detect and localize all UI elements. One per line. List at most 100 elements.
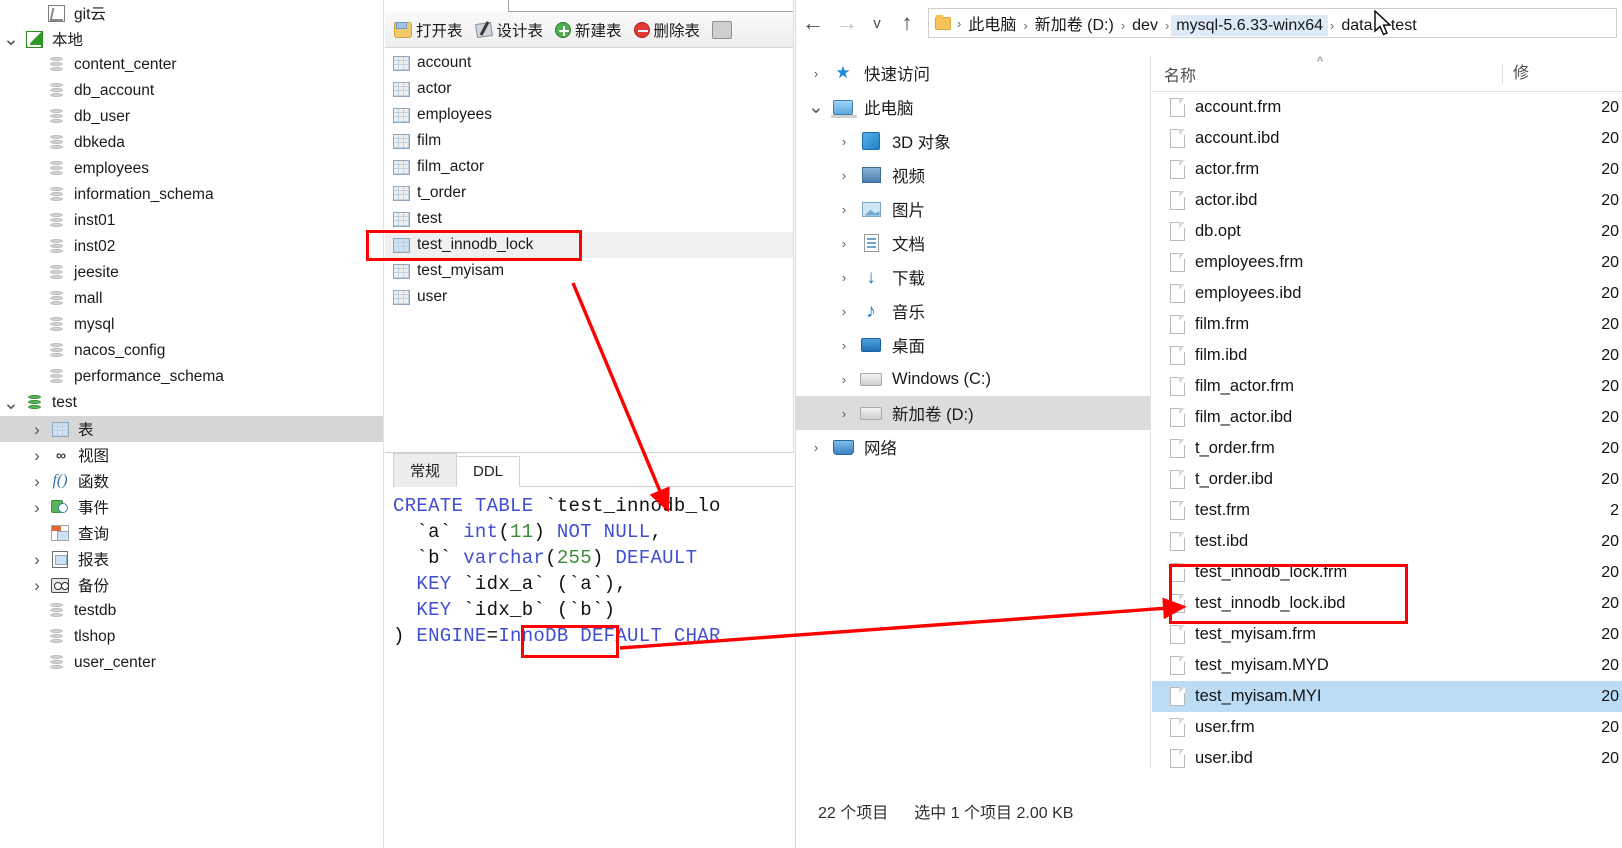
- explorer-tree-item-8[interactable]: › 桌面: [796, 328, 1150, 362]
- expand-twisty[interactable]: ›: [832, 236, 856, 251]
- table-list-item-4[interactable]: film_actor: [385, 154, 793, 180]
- file-list-item-12[interactable]: t_order.ibd 20: [1152, 464, 1622, 495]
- explorer-tree-item-3[interactable]: › 视频: [796, 158, 1150, 192]
- breadcrumb-item-5[interactable]: test: [1386, 15, 1422, 36]
- breadcrumb-item-3[interactable]: mysql-5.6.33-winx64: [1171, 15, 1329, 36]
- explorer-tree-item-6[interactable]: › ↓ 下载: [796, 260, 1150, 294]
- file-list-item-5[interactable]: employees.frm 20: [1152, 247, 1622, 278]
- tab-general[interactable]: 常规: [393, 453, 458, 487]
- design-table-button[interactable]: 设计表: [472, 17, 547, 43]
- database-item-test[interactable]: ⌄ test: [0, 390, 383, 416]
- new-table-button[interactable]: 新建表: [552, 17, 625, 43]
- column-header-name[interactable]: 名称 ^: [1152, 56, 1502, 86]
- explorer-tree-item-9[interactable]: › Windows (C:): [796, 362, 1150, 396]
- file-list-item-10[interactable]: film_actor.ibd 20: [1152, 402, 1622, 433]
- database-item-3[interactable]: dbkeda: [0, 130, 383, 156]
- expand-twisty[interactable]: ›: [26, 551, 48, 568]
- tab-ddl[interactable]: DDL: [456, 456, 521, 487]
- ddl-tab-bar[interactable]: 常规 DDL: [385, 453, 794, 487]
- explorer-tree-item-2[interactable]: › 3D 对象: [796, 124, 1150, 158]
- file-list-item-8[interactable]: film.ibd 20: [1152, 340, 1622, 371]
- file-list-item-6[interactable]: employees.ibd 20: [1152, 278, 1622, 309]
- breadcrumb-item-2[interactable]: dev: [1127, 15, 1163, 36]
- expand-twisty[interactable]: ›: [804, 440, 828, 455]
- database-item-12[interactable]: performance_schema: [0, 364, 383, 390]
- forward-icon[interactable]: →: [830, 6, 864, 40]
- file-list-item-7[interactable]: film.frm 20: [1152, 309, 1622, 340]
- expand-twisty[interactable]: ›: [832, 338, 856, 353]
- delete-table-button[interactable]: 删除表: [631, 17, 704, 43]
- file-list-header[interactable]: 名称 ^ 修: [1152, 56, 1622, 92]
- db-child-5[interactable]: › 报表: [0, 546, 383, 572]
- file-list-item-20[interactable]: user.frm 20: [1152, 712, 1622, 743]
- database-item-0[interactable]: content_center: [0, 52, 383, 78]
- db-toolbar[interactable]: 打开表 设计表 新建表 删除表: [385, 12, 793, 48]
- file-list-item-9[interactable]: film_actor.frm 20: [1152, 371, 1622, 402]
- table-list-item-6[interactable]: test: [385, 206, 793, 232]
- column-header-modified[interactable]: 修: [1502, 63, 1529, 84]
- connection-item-gitcloud[interactable]: git云: [0, 0, 383, 26]
- file-list-item-15[interactable]: test_innodb_lock.frm 20: [1152, 557, 1622, 588]
- expand-twisty[interactable]: ›: [832, 406, 856, 421]
- breadcrumb-item-0[interactable]: 此电脑: [963, 15, 1021, 36]
- file-list-item-3[interactable]: actor.ibd 20: [1152, 185, 1622, 216]
- database-item-after-2[interactable]: user_center: [0, 650, 383, 676]
- table-list-item-2[interactable]: employees: [385, 102, 793, 128]
- database-item-after-1[interactable]: tlshop: [0, 624, 383, 650]
- file-list-item-0[interactable]: account.frm 20: [1152, 92, 1622, 123]
- expand-twisty[interactable]: ›: [26, 499, 48, 516]
- file-list-item-2[interactable]: actor.frm 20: [1152, 154, 1622, 185]
- database-item-9[interactable]: mall: [0, 286, 383, 312]
- expand-twisty[interactable]: ›: [26, 473, 48, 490]
- database-item-5[interactable]: information_schema: [0, 182, 383, 208]
- file-list-item-16[interactable]: test_innodb_lock.ibd 20: [1152, 588, 1622, 619]
- explorer-tree-item-4[interactable]: › 图片: [796, 192, 1150, 226]
- table-list-item-0[interactable]: account: [385, 50, 793, 76]
- connection-item-local[interactable]: ⌄ 本地: [0, 26, 383, 52]
- expand-twisty[interactable]: ⌄: [0, 394, 22, 413]
- expand-twisty[interactable]: ›: [26, 447, 48, 464]
- file-list-item-17[interactable]: test_myisam.frm 20: [1152, 619, 1622, 650]
- expand-twisty[interactable]: ›: [832, 168, 856, 183]
- file-list-item-19[interactable]: test_myisam.MYI 20: [1152, 681, 1622, 712]
- address-bar[interactable]: › 此电脑 › 新加卷 (D:) › dev › mysql-5.6.33-winx64 › d…: [928, 8, 1617, 38]
- database-item-7[interactable]: inst02: [0, 234, 383, 260]
- explorer-tree-item-7[interactable]: › ♪ 音乐: [796, 294, 1150, 328]
- explorer-tree-item-1[interactable]: ⌄ 此电脑: [796, 90, 1150, 124]
- table-list-item-1[interactable]: actor: [385, 76, 793, 102]
- ddl-code-view[interactable]: CREATE TABLE `test_innodb_lo `a` int(11)…: [385, 487, 794, 649]
- table-list[interactable]: account actor employees film film_actor t_ord…: [385, 50, 793, 310]
- expand-twisty[interactable]: ›: [832, 134, 856, 149]
- expand-twisty[interactable]: ›: [26, 421, 48, 438]
- expand-twisty[interactable]: ›: [832, 304, 856, 319]
- file-list-item-1[interactable]: account.ibd 20: [1152, 123, 1622, 154]
- explorer-file-list[interactable]: 名称 ^ 修 account.frm 20 account.ibd 20 actor.f…: [1152, 56, 1622, 768]
- explorer-tree-item-10[interactable]: › 新加卷 (D:): [796, 396, 1150, 430]
- db-connection-tree[interactable]: git云 ⌄ 本地 content_center db_account db_user db…: [0, 0, 384, 848]
- table-list-item-7[interactable]: test_innodb_lock: [385, 232, 793, 258]
- explorer-tree-item-0[interactable]: › ★ 快速访问: [796, 56, 1150, 90]
- db-child-3[interactable]: › 事件: [0, 494, 383, 520]
- explorer-tree-item-5[interactable]: › 文档: [796, 226, 1150, 260]
- file-rows[interactable]: account.frm 20 account.ibd 20 actor.frm 20 act…: [1152, 92, 1622, 768]
- explorer-tree-item-11[interactable]: › 网络: [796, 430, 1150, 464]
- expand-twisty[interactable]: ›: [26, 577, 48, 594]
- expand-twisty[interactable]: ⌄: [0, 30, 22, 49]
- up-icon[interactable]: ↑: [890, 6, 924, 40]
- database-item-2[interactable]: db_user: [0, 104, 383, 130]
- db-child-0[interactable]: › 表: [0, 416, 383, 442]
- table-list-item-3[interactable]: film: [385, 128, 793, 154]
- file-list-item-18[interactable]: test_myisam.MYD 20: [1152, 650, 1622, 681]
- expand-twisty[interactable]: ›: [832, 202, 856, 217]
- recent-locations-icon[interactable]: v: [864, 6, 890, 40]
- database-item-4[interactable]: employees: [0, 156, 383, 182]
- db-search-input[interactable]: [508, 0, 793, 12]
- file-list-item-11[interactable]: t_order.frm 20: [1152, 433, 1622, 464]
- back-icon[interactable]: ←: [796, 6, 830, 40]
- db-child-1[interactable]: › ∞ 视图: [0, 442, 383, 468]
- open-table-button[interactable]: 打开表: [391, 17, 466, 43]
- breadcrumb-item-4[interactable]: data: [1336, 15, 1377, 36]
- database-item-11[interactable]: nacos_config: [0, 338, 383, 364]
- db-child-2[interactable]: › f() 函数: [0, 468, 383, 494]
- file-list-item-13[interactable]: test.frm 2: [1152, 495, 1622, 526]
